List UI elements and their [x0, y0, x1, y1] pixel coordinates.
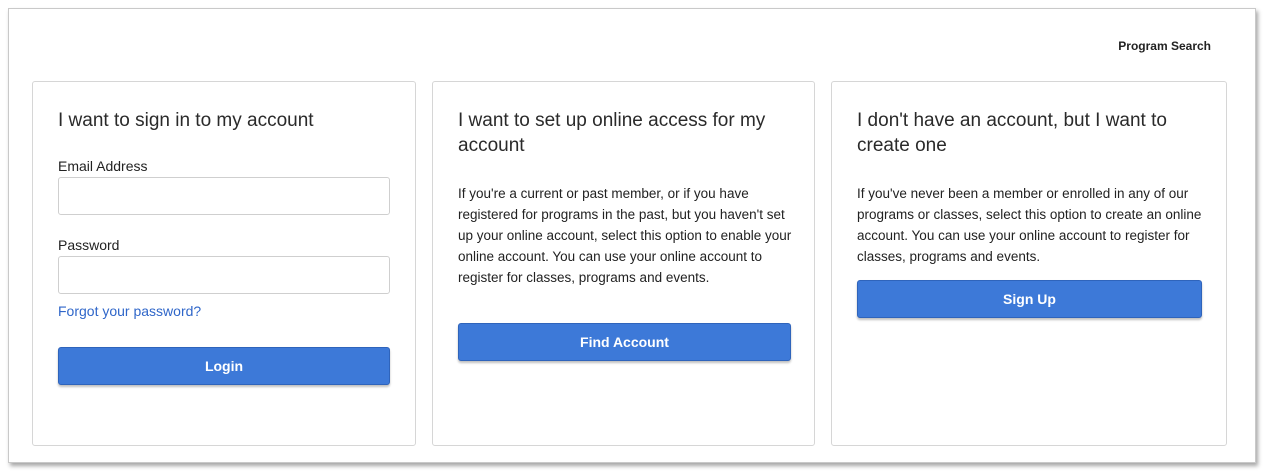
forgot-password-link[interactable]: Forgot your password?	[58, 303, 201, 319]
login-button[interactable]: Login	[58, 347, 390, 385]
sign-in-card: I want to sign in to my account Email Ad…	[32, 81, 416, 446]
create-account-description: If you've never been a member or enrolle…	[857, 186, 1202, 264]
create-account-card: I don't have an account, but I want to c…	[831, 81, 1227, 446]
page-frame: Program Search I want to sign in to my a…	[8, 8, 1256, 463]
setup-access-title: I want to set up online access for my ac…	[458, 110, 766, 156]
password-field[interactable]	[58, 256, 390, 294]
find-account-button[interactable]: Find Account	[458, 323, 791, 361]
email-field[interactable]	[58, 177, 390, 215]
email-label: Email Address	[58, 158, 148, 174]
program-search-link[interactable]: Program Search	[1118, 39, 1211, 53]
create-account-title: I don't have an account, but I want to c…	[857, 110, 1167, 156]
setup-access-description: If you're a current or past member, or i…	[458, 186, 792, 285]
setup-access-card: I want to set up online access for my ac…	[432, 81, 815, 446]
password-label: Password	[58, 237, 120, 253]
sign-in-title: I want to sign in to my account	[58, 110, 314, 131]
sign-up-button[interactable]: Sign Up	[857, 280, 1202, 318]
